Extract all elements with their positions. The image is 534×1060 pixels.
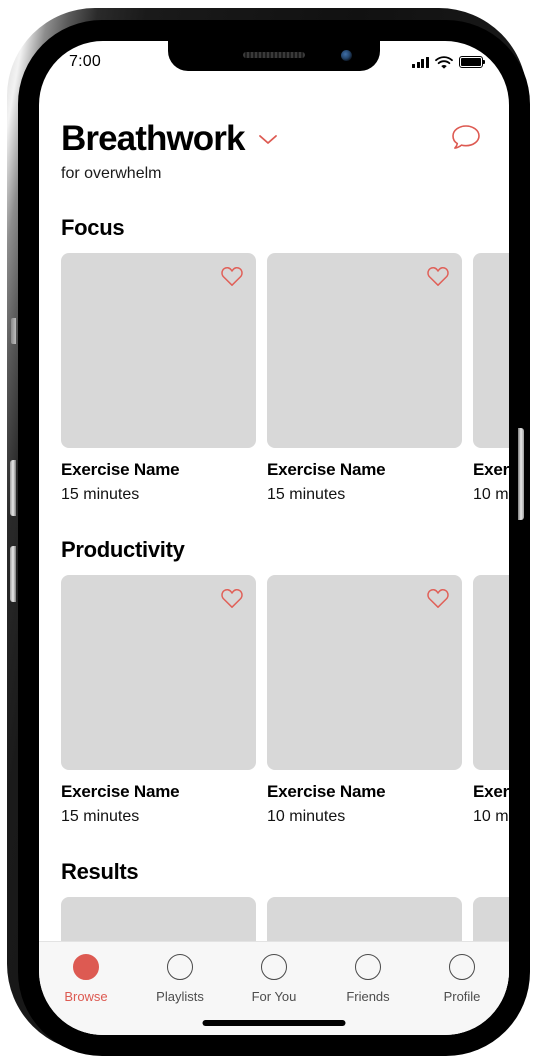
heart-outline-icon[interactable] <box>220 587 244 609</box>
exercise-thumbnail[interactable] <box>61 575 256 770</box>
tab-for-you[interactable]: For You <box>227 954 321 1004</box>
app-content: Breathwork for overwhelm Focus Exercise … <box>39 77 509 1035</box>
circle-filled-icon <box>73 954 99 980</box>
chat-bubble-icon[interactable] <box>449 123 483 155</box>
exercise-duration: 10 minutes <box>267 808 346 825</box>
cellular-signal-icon <box>412 56 429 68</box>
earpiece-speaker-icon <box>243 52 305 58</box>
display-notch <box>168 41 380 71</box>
circle-outline-icon <box>167 954 193 980</box>
tab-browse[interactable]: Browse <box>39 954 133 1004</box>
wifi-icon <box>435 55 453 69</box>
status-bar-clock: 7:00 <box>69 53 101 70</box>
exercise-card[interactable]: Exercise Name 10 minutes <box>473 575 509 826</box>
chevron-down-icon[interactable] <box>256 131 280 147</box>
silent-switch-button[interactable] <box>11 318 16 344</box>
tab-label: Browse <box>64 989 108 1004</box>
exercise-card[interactable]: Exercise Name 15 minutes <box>267 253 462 504</box>
tab-label: Profile <box>443 989 481 1004</box>
page-subtitle: for overwhelm <box>61 165 162 182</box>
exercise-duration: 15 minutes <box>61 486 140 503</box>
exercise-thumbnail[interactable] <box>267 575 462 770</box>
exercise-name: Exercise Name <box>267 782 386 801</box>
page-title: Breathwork <box>61 119 245 158</box>
exercise-thumbnail[interactable] <box>267 253 462 448</box>
exercise-card[interactable]: Exercise Name 10 minutes <box>267 575 462 826</box>
exercise-name: Exercise Name <box>267 460 386 479</box>
exercise-duration: 15 minutes <box>267 486 346 503</box>
tab-label: For You <box>251 989 297 1004</box>
tab-playlists[interactable]: Playlists <box>133 954 227 1004</box>
section-productivity: Productivity Exercise Name 15 minutes Ex… <box>61 537 509 826</box>
tab-friends[interactable]: Friends <box>321 954 415 1004</box>
phone-screen: 7:00 Breathwork for overwhelm Focus Exer… <box>39 41 509 1035</box>
exercise-name: Exercise Name <box>473 460 509 479</box>
heart-outline-icon[interactable] <box>426 265 450 287</box>
phone-device-frame: 7:00 Breathwork for overwhelm Focus Exer… <box>7 8 530 1056</box>
exercise-thumbnail[interactable] <box>61 253 256 448</box>
circle-outline-icon <box>449 954 475 980</box>
exercise-duration: 15 minutes <box>61 808 140 825</box>
section-title: Productivity <box>61 537 185 562</box>
exercise-name: Exercise Name <box>61 782 180 801</box>
exercise-name: Exercise Name <box>61 460 180 479</box>
exercise-card[interactable]: Exercise Name 15 minutes <box>61 575 256 826</box>
exercise-card[interactable]: Exercise Name 10 minutes <box>473 253 509 504</box>
exercise-duration: 10 minutes <box>473 808 509 825</box>
status-bar-indicators <box>412 55 486 69</box>
card-rail[interactable]: Exercise Name 15 minutes Exercise Name 1… <box>61 575 509 826</box>
card-rail[interactable]: Exercise Name 15 minutes Exercise Name 1… <box>61 253 509 504</box>
exercise-thumbnail[interactable] <box>473 253 509 448</box>
heart-outline-icon[interactable] <box>220 265 244 287</box>
exercise-card[interactable]: Exercise Name 15 minutes <box>61 253 256 504</box>
section-focus: Focus Exercise Name 15 minutes Exercise … <box>61 215 509 504</box>
tab-label: Playlists <box>156 989 204 1004</box>
exercise-duration: 10 minutes <box>473 486 509 503</box>
front-camera-icon <box>341 50 352 61</box>
section-title: Focus <box>61 215 125 240</box>
title-group[interactable]: Breathwork <box>61 121 280 156</box>
circle-outline-icon <box>261 954 287 980</box>
battery-full-icon <box>459 56 486 68</box>
tab-label: Friends <box>346 989 390 1004</box>
app-header: Breathwork <box>61 77 509 156</box>
exercise-name: Exercise Name <box>473 782 509 801</box>
exercise-thumbnail[interactable] <box>473 575 509 770</box>
section-title: Results <box>61 859 139 884</box>
tab-profile[interactable]: Profile <box>415 954 509 1004</box>
home-indicator[interactable] <box>202 1020 346 1026</box>
circle-outline-icon <box>355 954 381 980</box>
volume-up-button[interactable] <box>10 460 16 516</box>
power-button[interactable] <box>518 428 524 520</box>
heart-outline-icon[interactable] <box>426 587 450 609</box>
volume-down-button[interactable] <box>10 546 16 602</box>
